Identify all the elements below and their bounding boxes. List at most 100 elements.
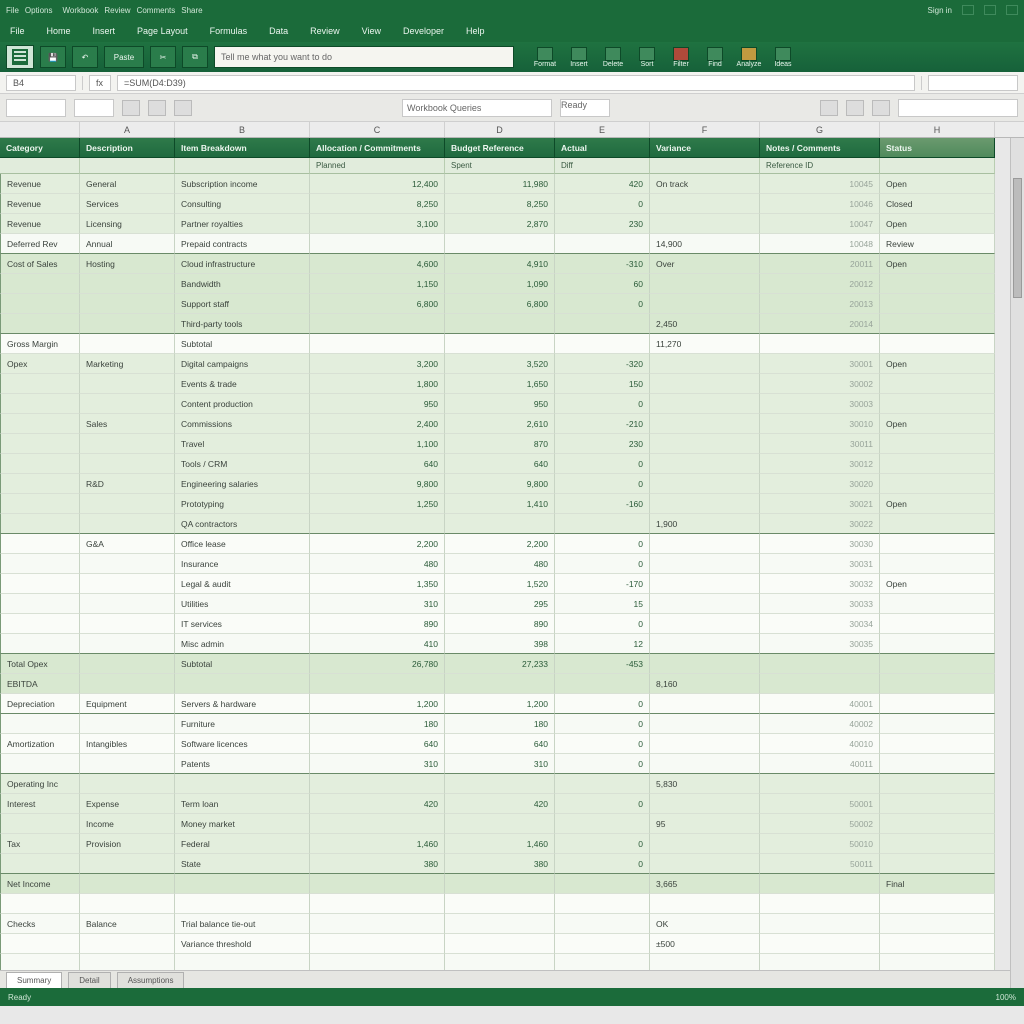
- cell[interactable]: Federal: [175, 834, 310, 854]
- cell[interactable]: [880, 594, 995, 614]
- cell[interactable]: [445, 674, 555, 694]
- cell[interactable]: [80, 514, 175, 534]
- cell[interactable]: 8,250: [445, 194, 555, 214]
- cell[interactable]: 0: [555, 454, 650, 474]
- cell[interactable]: 30033: [760, 594, 880, 614]
- cell[interactable]: Open: [880, 494, 995, 514]
- cell[interactable]: [650, 794, 760, 814]
- cell[interactable]: 1,200: [445, 694, 555, 714]
- cell[interactable]: [80, 494, 175, 514]
- cell[interactable]: [0, 294, 80, 314]
- cell[interactable]: On track: [650, 174, 760, 194]
- cell[interactable]: [445, 514, 555, 534]
- tell-me-search[interactable]: Tell me what you want to do: [214, 46, 514, 68]
- cell[interactable]: 3,200: [310, 354, 445, 374]
- cell[interactable]: 30021: [760, 494, 880, 514]
- cell[interactable]: 0: [555, 754, 650, 774]
- delete-icon[interactable]: Delete: [598, 45, 628, 69]
- sheet-tab-active[interactable]: Summary: [6, 972, 62, 988]
- cell[interactable]: [0, 714, 80, 734]
- cell[interactable]: [880, 794, 995, 814]
- cell[interactable]: Subtotal: [175, 654, 310, 674]
- cell[interactable]: Prepaid contracts: [175, 234, 310, 254]
- cell[interactable]: [0, 414, 80, 434]
- maximize-icon[interactable]: [984, 5, 996, 15]
- col-header[interactable]: H: [880, 122, 995, 137]
- cell[interactable]: [650, 454, 760, 474]
- cell[interactable]: [0, 314, 80, 334]
- cell[interactable]: Digital campaigns: [175, 354, 310, 374]
- cell[interactable]: [0, 634, 80, 654]
- cell[interactable]: 0: [555, 794, 650, 814]
- cell[interactable]: [310, 674, 445, 694]
- cell[interactable]: [880, 934, 995, 954]
- cell[interactable]: [760, 874, 880, 894]
- cell[interactable]: Money market: [175, 814, 310, 834]
- cell[interactable]: [880, 294, 995, 314]
- col-header[interactable]: C: [310, 122, 445, 137]
- table-header[interactable]: Status: [880, 138, 995, 158]
- cell[interactable]: 1,460: [310, 834, 445, 854]
- menu-insert[interactable]: Insert: [89, 24, 120, 38]
- cell[interactable]: 950: [310, 394, 445, 414]
- sheet-tab[interactable]: Detail: [68, 972, 110, 988]
- cell[interactable]: Commissions: [175, 414, 310, 434]
- cell[interactable]: [650, 194, 760, 214]
- cell[interactable]: [555, 774, 650, 794]
- cell[interactable]: [650, 494, 760, 514]
- menu-dev[interactable]: Developer: [399, 24, 448, 38]
- table-header[interactable]: Allocation / Commitments: [310, 138, 445, 158]
- cell[interactable]: ±500: [650, 934, 760, 954]
- cell[interactable]: 410: [310, 634, 445, 654]
- cell[interactable]: Annual: [80, 234, 175, 254]
- cell[interactable]: 0: [555, 474, 650, 494]
- cell[interactable]: -170: [555, 574, 650, 594]
- cell[interactable]: Cloud infrastructure: [175, 254, 310, 274]
- cell[interactable]: [555, 234, 650, 254]
- cell[interactable]: [80, 294, 175, 314]
- cell[interactable]: [310, 234, 445, 254]
- cell[interactable]: [880, 334, 995, 354]
- cell[interactable]: 6,800: [310, 294, 445, 314]
- cell[interactable]: 6,800: [445, 294, 555, 314]
- cell[interactable]: [880, 734, 995, 754]
- cell[interactable]: [650, 474, 760, 494]
- cell[interactable]: 295: [445, 594, 555, 614]
- cell[interactable]: 11,980: [445, 174, 555, 194]
- cell[interactable]: [880, 434, 995, 454]
- cell[interactable]: 0: [555, 534, 650, 554]
- cell[interactable]: 1,520: [445, 574, 555, 594]
- name-box[interactable]: B4: [6, 75, 76, 91]
- cell[interactable]: Partner royalties: [175, 214, 310, 234]
- cell[interactable]: 1,100: [310, 434, 445, 454]
- cell[interactable]: [650, 694, 760, 714]
- cell[interactable]: [80, 394, 175, 414]
- ideas-icon[interactable]: Ideas: [768, 45, 798, 69]
- cell[interactable]: [310, 934, 445, 954]
- cell[interactable]: [175, 874, 310, 894]
- cell[interactable]: [0, 574, 80, 594]
- cell[interactable]: [650, 374, 760, 394]
- table-header[interactable]: Item Breakdown: [175, 138, 310, 158]
- cell[interactable]: [880, 834, 995, 854]
- cell[interactable]: 30001: [760, 354, 880, 374]
- cell[interactable]: Amortization: [0, 734, 80, 754]
- cell[interactable]: Office lease: [175, 534, 310, 554]
- cell[interactable]: Subtotal: [175, 334, 310, 354]
- cell[interactable]: Third-party tools: [175, 314, 310, 334]
- cell[interactable]: [80, 674, 175, 694]
- cell[interactable]: Trial balance tie-out: [175, 914, 310, 934]
- cell[interactable]: 1,350: [310, 574, 445, 594]
- cell[interactable]: Utilities: [175, 594, 310, 614]
- cell[interactable]: Checks: [0, 914, 80, 934]
- cell[interactable]: [310, 814, 445, 834]
- cell[interactable]: QA contractors: [175, 514, 310, 534]
- cell[interactable]: 2,870: [445, 214, 555, 234]
- cell[interactable]: Income: [80, 814, 175, 834]
- cell[interactable]: 40001: [760, 694, 880, 714]
- cell[interactable]: Tools / CRM: [175, 454, 310, 474]
- cell[interactable]: 310: [310, 594, 445, 614]
- cell[interactable]: 10046: [760, 194, 880, 214]
- align-center-icon[interactable]: [846, 100, 864, 116]
- bold-icon[interactable]: [122, 100, 140, 116]
